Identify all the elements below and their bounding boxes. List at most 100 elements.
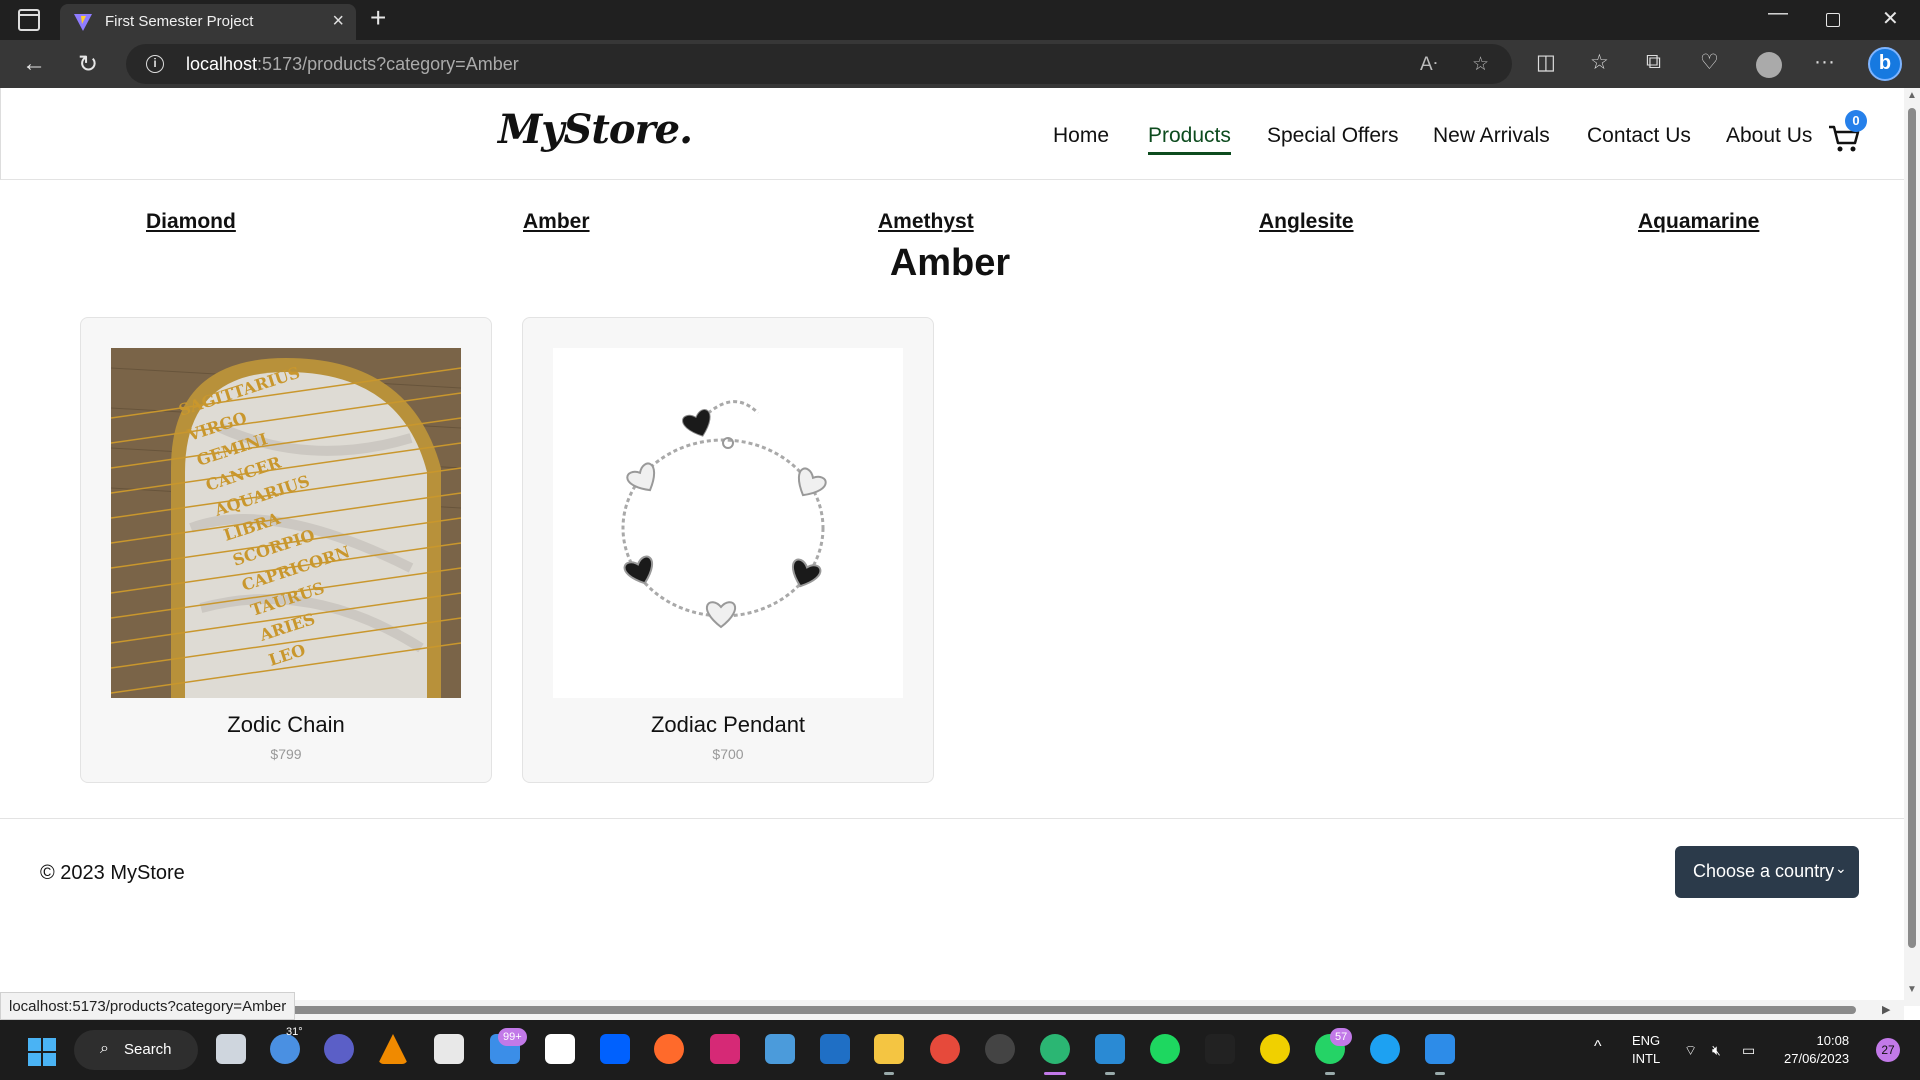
address-toolbar: ← ↻ i localhost:5173/products?category=A… [0,40,1920,88]
browser-tab[interactable]: First Semester Project × [60,4,356,40]
active-indicator [1044,1072,1066,1075]
search-icon: ⌕ [100,1040,109,1057]
firefox-icon[interactable] [654,1034,684,1064]
hearts [623,409,827,629]
nav-special-offers[interactable]: Special Offers [1267,124,1399,148]
product-image-heart-bracelet[interactable] [553,348,903,698]
weather-icon[interactable] [270,1034,300,1064]
url-text[interactable]: localhost:5173/products?category=Amber [186,54,519,75]
instagram-icon[interactable] [710,1034,740,1064]
running-indicator [1325,1072,1335,1075]
address-bar[interactable]: i localhost:5173/products?category=Amber… [126,44,1512,84]
windows-start-icon[interactable] [28,1038,56,1066]
category-link-amber[interactable]: Amber [523,210,590,234]
site-logo[interactable]: MyStore. [498,106,693,153]
category-link-diamond[interactable]: Diamond [146,210,236,234]
collections-icon[interactable]: ⧉ [1646,50,1661,74]
chevron-down-icon: ⌄ [1835,860,1847,876]
split-screen-icon[interactable]: ◫ [1536,50,1556,75]
mail-badge: 99+ [498,1028,527,1046]
battery-icon[interactable]: ▭ [1742,1042,1755,1059]
wifi-icon[interactable]: ⌔ [1684,1042,1697,1060]
running-indicator [1105,1072,1115,1075]
taskbar-search[interactable]: ⌕ Search [74,1030,198,1070]
category-link-amethyst[interactable]: Amethyst [878,210,974,234]
scroll-down-icon[interactable]: ▼ [1907,984,1917,995]
horizontal-scroll-thumb[interactable] [286,1006,1856,1014]
tab-title: First Semester Project [105,13,254,30]
minimize-icon[interactable]: — [1768,2,1788,25]
more-options-icon[interactable]: ··· [1814,50,1835,74]
product-card[interactable]: SAGITTARIUS VIRGO GEMINI CANCER AQUARIUS LIBR… [80,317,492,783]
nav-products[interactable]: Products [1148,124,1231,155]
favorites-icon[interactable]: ☆ [1590,50,1609,75]
teams-chat-icon[interactable] [324,1034,354,1064]
category-link-aquamarine[interactable]: Aquamarine [1638,210,1759,234]
nav-about-us[interactable]: About Us [1726,124,1812,148]
vlc-icon[interactable] [378,1034,408,1064]
footer-copyright: © 2023 MyStore [40,862,185,884]
nav-new-arrivals[interactable]: New Arrivals [1433,124,1550,148]
dropbox-icon[interactable] [600,1034,630,1064]
notepad-icon[interactable] [765,1034,795,1064]
weather-temp: 31° [286,1026,303,1038]
scroll-right-icon[interactable]: ▶ [1882,1003,1890,1016]
page-viewport: MyStore. Home Products Special Offers Ne… [0,88,1904,1006]
nav-home[interactable]: Home [1053,124,1109,148]
browser-tab-bar: First Semester Project × + — ✕ [0,0,1920,40]
running-indicator [1435,1072,1445,1075]
scroll-up-icon[interactable]: ▲ [1907,90,1917,101]
site-header: MyStore. Home Products Special Offers Ne… [0,88,1904,180]
twitter-icon[interactable] [1370,1034,1400,1064]
video-editor-icon[interactable] [820,1034,850,1064]
taskbar-clock[interactable]: 10:08 27/06/2023 [1784,1032,1849,1068]
country-select[interactable]: Choose a country ⌄ [1675,846,1859,898]
restore-icon[interactable] [1826,13,1840,27]
microsoft-store-icon[interactable] [434,1034,464,1064]
task-view-icon[interactable] [216,1034,246,1064]
close-tab-icon[interactable]: × [332,10,344,33]
bing-copilot-icon[interactable]: b [1868,47,1902,81]
photos-icon[interactable] [1425,1034,1455,1064]
profile-avatar[interactable] [1756,52,1782,78]
tab-actions-icon[interactable] [18,9,40,31]
product-image-zodiac-necklaces[interactable]: SAGITTARIUS VIRGO GEMINI CANCER AQUARIUS LIBR… [111,348,461,698]
category-title: Amber [889,242,1011,284]
windows-taskbar: ⌕ Search 31° 99+ 57 ^ ENG INTL ⌔ 🔇︎ ▭ 10… [0,1020,1920,1080]
spotify-icon[interactable] [1150,1034,1180,1064]
file-explorer-icon[interactable] [874,1034,904,1064]
favorite-star-icon[interactable]: ☆ [1472,53,1489,76]
chrome-icon[interactable] [930,1034,960,1064]
browser-essentials-icon[interactable]: ♡ [1700,50,1719,75]
speaker-muted-icon[interactable]: 🔇︎ [1712,1042,1721,1059]
amazon-icon[interactable] [545,1034,575,1064]
vscode-icon[interactable] [1095,1034,1125,1064]
product-name[interactable]: Zodiac Pendant [523,712,933,738]
status-bar-url: localhost:5173/products?category=Amber [0,992,296,1020]
edge-icon[interactable] [1040,1034,1070,1064]
product-card[interactable]: Zodiac Pendant $700 [522,317,934,783]
language-indicator[interactable]: ENG INTL [1632,1032,1660,1068]
vite-favicon-icon [74,14,92,31]
vertical-scrollbar[interactable]: ▲ ▼ [1904,88,1920,1006]
refresh-icon[interactable]: ↻ [78,50,98,79]
close-window-icon[interactable]: ✕ [1882,6,1899,31]
cart-count-badge: 0 [1845,110,1867,132]
audio-app-icon[interactable] [1205,1034,1235,1064]
site-info-icon[interactable]: i [146,55,164,73]
product-price: $700 [712,746,744,762]
country-select-label: Choose a country [1693,861,1835,881]
whatsapp-badge: 57 [1330,1028,1353,1046]
category-link-anglesite[interactable]: Anglesite [1259,210,1354,234]
nav-contact-us[interactable]: Contact Us [1587,124,1691,148]
app-a-icon[interactable] [1260,1034,1290,1064]
product-name[interactable]: Zodic Chain [81,712,491,738]
notification-count-badge[interactable]: 27 [1876,1038,1900,1062]
read-aloud-icon[interactable]: Aᐧ [1420,53,1438,76]
media-player-icon[interactable] [985,1034,1015,1064]
back-icon[interactable]: ← [22,50,46,78]
new-tab-icon[interactable]: + [370,2,386,34]
show-hidden-icons-icon[interactable]: ^ [1594,1038,1602,1056]
vertical-scroll-thumb[interactable] [1908,108,1916,948]
product-price: $799 [270,746,302,762]
